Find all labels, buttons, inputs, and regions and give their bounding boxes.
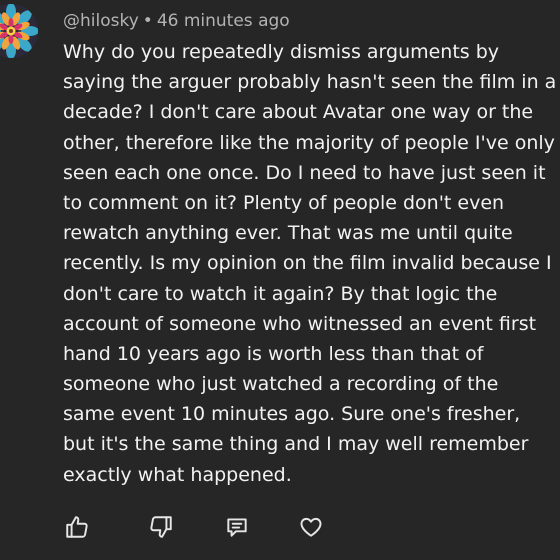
comment-line: someone who just watched a recording of … — [63, 373, 499, 396]
dislike-button[interactable] — [147, 513, 175, 541]
comment-actions — [63, 513, 363, 543]
comment-line: same event 10 minutes ago. Sure one's fr… — [63, 403, 521, 426]
reply-icon — [227, 518, 247, 537]
heart-icon — [300, 517, 322, 537]
dislike-icon — [150, 516, 172, 538]
like-icon — [66, 516, 88, 538]
comment-line: but it's the same thing and I may well r… — [63, 433, 529, 456]
avatar[interactable] — [0, 4, 38, 58]
comment-line: recently. Is my opinion on the film inva… — [63, 252, 552, 275]
comment-line: account of someone who witnessed an even… — [63, 312, 537, 335]
comment-line: seen each one once. Do I need to have ju… — [63, 161, 546, 184]
comment-text: Why do you repeatedly dismiss arguments … — [63, 37, 560, 490]
comment-meta: @hilosky • 46 minutes ago — [63, 11, 290, 31]
comment-line: saying the arguer probably hasn't seen t… — [63, 71, 557, 94]
comment-line: other, therefore like the majority of pe… — [63, 131, 555, 154]
heart-button[interactable] — [297, 513, 325, 541]
comment-line: to comment on it? Plenty of people don't… — [63, 191, 505, 214]
meta-separator: • — [142, 11, 153, 31]
like-button[interactable] — [63, 513, 91, 541]
comment-line: don't care to watch it again? By that lo… — [63, 282, 498, 305]
comment-line: Why do you repeatedly dismiss arguments … — [63, 41, 500, 63]
comment-card: @hilosky • 46 minutes ago Why do you repea… — [0, 0, 560, 560]
comment-line: decade? I don't care about Avatar one wa… — [63, 101, 534, 124]
comment-line: hand 10 years ago is worth less than tha… — [63, 342, 484, 365]
comment-line: rewatch anything ever. That was me until… — [63, 222, 513, 245]
timestamp: 46 minutes ago — [156, 11, 290, 31]
username[interactable]: @hilosky — [63, 11, 139, 31]
comment-line: exactly what happened. — [63, 463, 292, 486]
reply-button[interactable] — [223, 513, 251, 541]
